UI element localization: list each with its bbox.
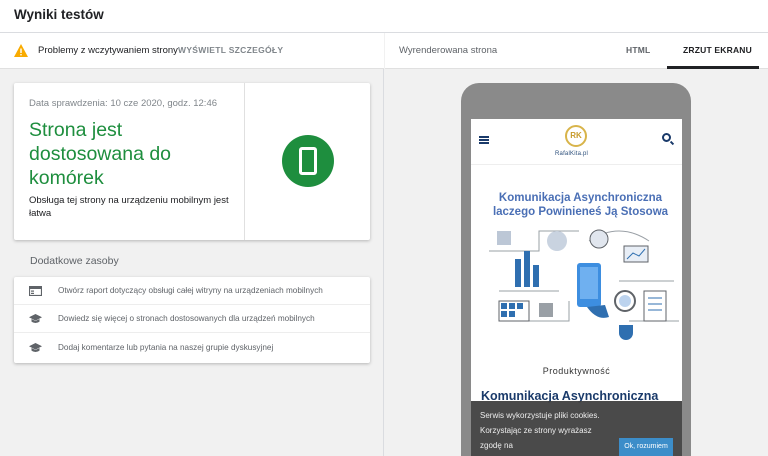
resource-item-site-report[interactable]: Otwórz raport dotyczący obsługi całej wi… — [14, 277, 370, 305]
site-logo: RK — [565, 125, 587, 147]
hero-image: Komunikacja Asynchroniczna laczego Powin… — [479, 185, 682, 348]
card-divider — [244, 83, 245, 240]
result-card: Data sprawdzenia: 10 cze 2020, godz. 12:… — [14, 83, 370, 240]
resource-label: Otwórz raport dotyczący obsługi całej wi… — [58, 286, 323, 295]
school-icon — [29, 314, 42, 324]
rendered-page-pane: Wyrenderowana strona HTML ZRZUT EKRANU R… — [385, 33, 768, 456]
phone-screen[interactable]: RK RafalKita.pl Komunikacja Asynchronicz… — [471, 119, 682, 456]
resources-heading: Dodatkowe zasoby — [30, 255, 119, 267]
check-date: Data sprawdzenia: 10 cze 2020, godz. 12:… — [29, 98, 218, 109]
mobile-friendly-badge — [282, 135, 334, 187]
hero-title-line-2: laczego Powinieneś Ją Stosowa — [492, 206, 669, 218]
phone-icon — [299, 147, 317, 175]
warning-text: Problemy z wczytywaniem strony — [38, 45, 178, 56]
cookie-banner: Serwis wykorzystuje pliki cookies. Korzy… — [471, 401, 682, 456]
resource-label: Dodaj komentarze lub pytania na naszej g… — [58, 343, 274, 352]
hero-title: Komunikacja Asynchroniczna laczego Powin… — [479, 191, 682, 219]
tab-bar: Wyrenderowana strona HTML ZRZUT EKRANU — [385, 33, 768, 69]
result-description: Obsługa tej strony na urządzeniu mobilny… — [29, 195, 229, 219]
rendered-page-title: Wyrenderowana strona — [399, 45, 498, 56]
view-details-link[interactable]: WYŚWIETL SZCZEGÓŁY — [178, 45, 283, 55]
cookie-accept-button[interactable]: Ok, rozumiem — [619, 438, 673, 456]
result-headline: Strona jest dostosowana do komórek — [29, 119, 172, 189]
resource-label: Dowiedz się więcej o stronach dostosowan… — [58, 314, 315, 323]
school-icon — [29, 343, 42, 353]
menu-icon — [479, 136, 489, 144]
resource-item-learn-more[interactable]: Dowiedz się więcej o stronach dostosowan… — [14, 305, 370, 333]
site-logo-text: RafalKita.pl — [555, 151, 589, 157]
hero-title-line-1: Komunikacja Asynchroniczna — [498, 192, 663, 204]
top-bar: Wyniki testów — [0, 0, 768, 33]
resource-item-discussion[interactable]: Dodaj komentarze lub pytania na naszej g… — [14, 334, 370, 362]
search-icon — [662, 133, 671, 142]
active-tab-indicator — [667, 66, 759, 69]
tab-html[interactable]: HTML — [626, 45, 650, 55]
phone-preview-frame: RK RafalKita.pl Komunikacja Asynchronicz… — [461, 83, 691, 456]
site-header: RK RafalKita.pl — [471, 119, 682, 165]
warning-icon — [14, 44, 28, 57]
results-pane: Problemy z wczytywaniem strony WYŚWIETL … — [0, 33, 384, 456]
post-category: Produktywność — [542, 366, 611, 376]
report-icon — [29, 286, 42, 296]
resources-list: Otwórz raport dotyczący obsługi całej wi… — [14, 277, 370, 363]
tab-screenshot[interactable]: ZRZUT EKRANU — [683, 45, 752, 55]
warning-bar: Problemy z wczytywaniem strony WYŚWIETL … — [0, 33, 384, 69]
hero-illustration — [489, 229, 679, 340]
cookie-text: Serwis wykorzystuje pliki cookies. Korzy… — [480, 411, 600, 450]
page-title: Wyniki testów — [14, 7, 104, 22]
